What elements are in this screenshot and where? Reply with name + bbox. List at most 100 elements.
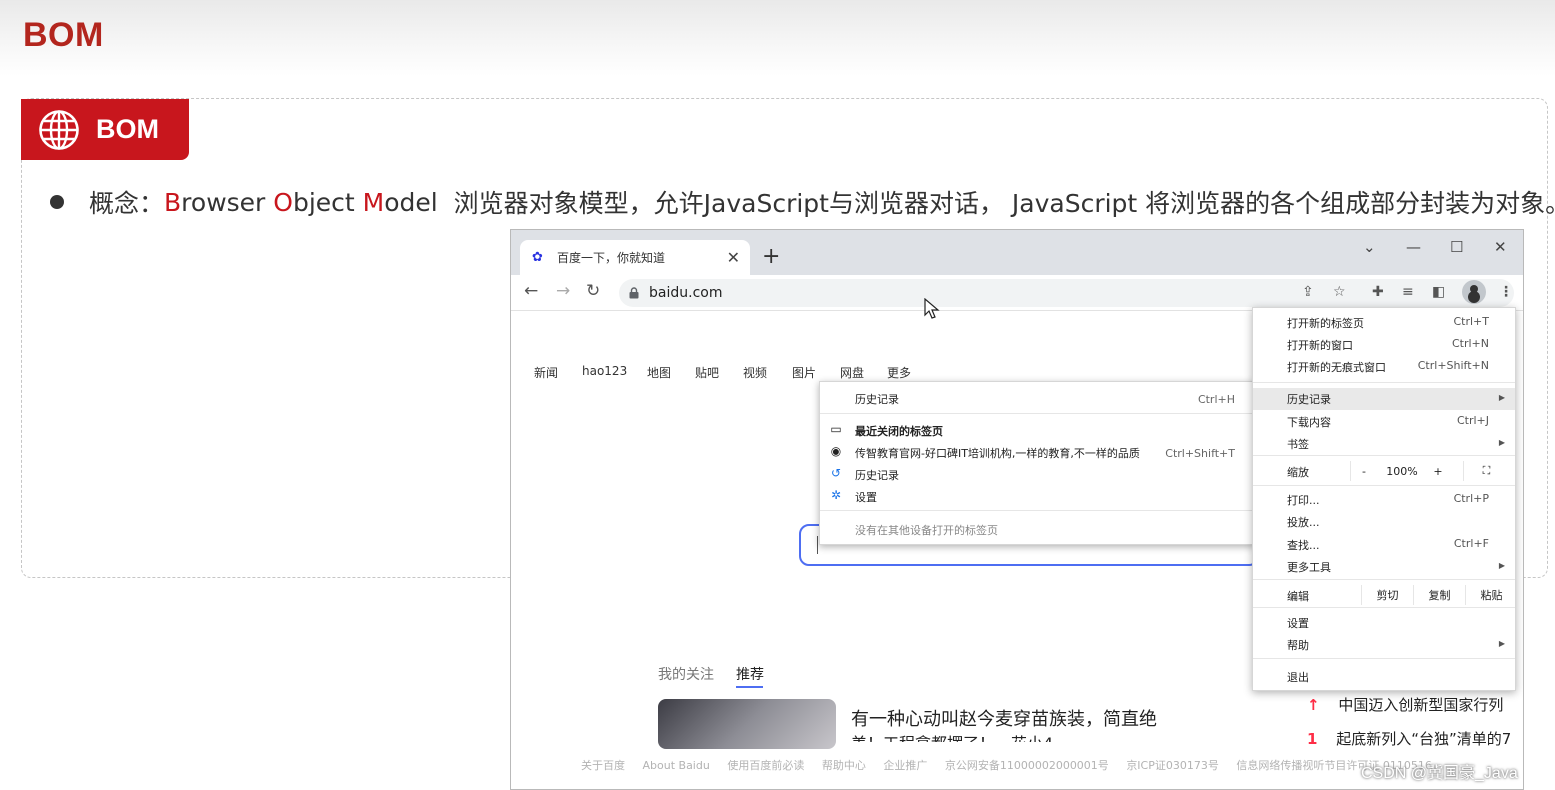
baidu-nav-tieba[interactable]: 贴吧 [695, 364, 719, 381]
footer-link[interactable]: 企业推广 [883, 759, 927, 772]
maximize-icon[interactable]: ☐ [1450, 238, 1463, 256]
forward-icon[interactable]: → [556, 281, 570, 301]
menu-history[interactable]: 历史记录 [1287, 391, 1331, 407]
menu-cast[interactable]: 投放... [1287, 514, 1320, 530]
menu-new-tab-shortcut: Ctrl+T [1453, 315, 1489, 328]
menu-exit[interactable]: 退出 [1287, 669, 1309, 685]
menu-help[interactable]: 帮助 [1287, 637, 1309, 653]
zoom-minus-label: - [1362, 464, 1366, 478]
footer-link[interactable]: 京ICP证030173号 [1126, 759, 1219, 772]
zoom-level: 100% [1377, 461, 1427, 481]
minimize-icon[interactable]: — [1406, 238, 1421, 256]
baidu-nav-pan[interactable]: 网盘 [840, 364, 864, 381]
window-close-icon[interactable]: ✕ [1494, 238, 1507, 256]
footer-link[interactable]: About Baidu [643, 759, 710, 772]
recent-tab-label: 传智教育官网-好口碑IT培训机构,一样的教育,不一样的品质 [855, 447, 1140, 460]
footer-link[interactable]: 关于百度 [581, 759, 625, 772]
share-icon[interactable]: ⇪ [1302, 284, 1314, 300]
footer-link[interactable]: 使用百度前必读 [727, 759, 804, 772]
baidu-paw-icon: ✿ [532, 249, 543, 265]
hot-rank: ↑ [1307, 696, 1320, 714]
browser-tab[interactable]: ✿ 百度一下，你就知道 ✕ [520, 240, 750, 275]
side-panel-icon[interactable]: ◧ [1432, 284, 1445, 300]
menu-cut-button[interactable]: 剪切 [1361, 585, 1413, 605]
menu-divider [1253, 607, 1515, 608]
menu-more-tools[interactable]: 更多工具 [1287, 559, 1331, 575]
submenu-arrow-icon: ▶ [1498, 393, 1505, 402]
menu-zoom-label: 缩放 [1287, 466, 1309, 479]
feed-tab-recommended[interactable]: 推荐 [736, 664, 764, 684]
menu-divider [1253, 579, 1515, 580]
baidu-nav-video[interactable]: 视频 [743, 364, 767, 381]
settings-item[interactable]: 设置 [855, 489, 877, 505]
menu-find[interactable]: 查找... [1287, 537, 1320, 553]
menu-print-shortcut: Ctrl+P [1453, 492, 1489, 505]
menu-new-window[interactable]: 打开新的窗口 [1287, 337, 1353, 353]
media-icon[interactable]: ≡ [1402, 284, 1414, 300]
menu-divider [1253, 485, 1515, 486]
baidu-nav-hao123[interactable]: hao123 [582, 364, 627, 378]
url-text: baidu.com [649, 285, 723, 301]
menu-paste-button[interactable]: 粘贴 [1465, 585, 1517, 605]
concept-m-letter: M [362, 187, 385, 217]
menu-settings[interactable]: 设置 [1287, 615, 1309, 631]
baidu-nav-images[interactable]: 图片 [792, 364, 816, 381]
zoom-plus-label: + [1433, 464, 1443, 478]
submenu-arrow-icon: ▶ [1498, 561, 1505, 570]
tab-title: 百度一下，你就知道 [557, 251, 666, 265]
browser-toolbar: ← → ↻ baidu.com ⇪ ☆ ✚ ≡ ◧ ⋮ [511, 275, 1523, 311]
history-icon: ↺ [830, 466, 842, 480]
history-header-label: 历史记录 [855, 393, 899, 406]
extensions-icon[interactable]: ✚ [1372, 284, 1384, 300]
menu-incognito[interactable]: 打开新的无痕式窗口 [1287, 359, 1386, 375]
baidu-nav-more[interactable]: 更多 [887, 364, 911, 381]
reload-icon[interactable]: ↻ [586, 281, 600, 301]
feed-tab-following[interactable]: 我的关注 [658, 664, 714, 684]
history-menu-header[interactable]: 历史记录 Ctrl+H [855, 391, 1255, 407]
profile-avatar-icon[interactable] [1462, 280, 1486, 304]
recently-closed-title: 最近关闭的标签页 [855, 423, 943, 439]
menu-downloads[interactable]: 下载内容 [1287, 414, 1331, 430]
tab-close-icon[interactable]: ✕ [727, 248, 740, 267]
new-tab-button[interactable]: + [762, 244, 780, 269]
menu-find-shortcut: Ctrl+F [1453, 537, 1489, 550]
menu-new-window-shortcut: Ctrl+N [1451, 337, 1489, 350]
concept-o-letter: O [273, 187, 293, 217]
menu-print[interactable]: 打印... [1287, 492, 1320, 508]
menu-downloads-shortcut: Ctrl+J [1456, 414, 1489, 427]
browser-screenshot: ✿ 百度一下，你就知道 ✕ + ⌄ — ☐ ✕ ← → ↻ baidu.com … [510, 229, 1524, 790]
baidu-nav-news[interactable]: 新闻 [534, 364, 558, 381]
menu-new-tab[interactable]: 打开新的标签页 [1287, 315, 1364, 331]
menu-divider [1253, 658, 1515, 659]
tab-search-icon[interactable]: ⌄ [1363, 238, 1376, 256]
recent-tab-item[interactable]: 传智教育官网-好口碑IT培训机构,一样的教育,不一样的品质 Ctrl+Shift… [855, 445, 1255, 461]
concept-b-letter: B [164, 187, 182, 217]
slide-header: BOM [0, 0, 1555, 76]
settings-icon: ✲ [830, 488, 842, 502]
history-submenu: 历史记录 Ctrl+H ▭ 最近关闭的标签页 ◉ 传智教育官网-好口碑IT培训机… [819, 381, 1255, 545]
tab-window-icon: ▭ [830, 422, 842, 436]
fullscreen-icon[interactable]: ⛶ [1463, 461, 1509, 481]
back-icon[interactable]: ← [524, 281, 538, 301]
no-other-devices-note: 没有在其他设备打开的标签页 [855, 522, 998, 538]
footer-link[interactable]: 帮助中心 [822, 759, 866, 772]
hot-list-item[interactable]: 1 起底新列入“台独”清单的7 [1307, 728, 1511, 749]
chrome-menu-icon[interactable]: ⋮ [1499, 284, 1513, 300]
menu-copy-button[interactable]: 复制 [1413, 585, 1465, 605]
footer-link[interactable]: 京公网安备11000002000001号 [945, 759, 1109, 772]
baidu-nav-map[interactable]: 地图 [647, 364, 671, 381]
menu-divider [1253, 455, 1515, 456]
paste-label: 粘贴 [1480, 589, 1503, 602]
zoom-in-button[interactable]: + [1427, 461, 1449, 481]
copy-label: 复制 [1428, 589, 1451, 602]
zoom-value: 100% [1386, 464, 1418, 478]
news-thumbnail[interactable] [658, 699, 836, 749]
bookmark-star-icon[interactable]: ☆ [1333, 284, 1346, 300]
history-item[interactable]: 历史记录 [855, 467, 899, 483]
hot-list-item[interactable]: ↑ 中国迈入创新型国家行列 [1307, 694, 1503, 715]
zoom-out-button[interactable]: - [1350, 461, 1377, 481]
menu-bookmarks[interactable]: 书签 [1287, 436, 1309, 452]
news-title-line2: 美！工程拿都摆了！一花小4 [851, 730, 1053, 742]
news-title[interactable]: 有一种心动叫赵今麦穿苗族装，简直绝 [851, 705, 1157, 731]
no-other-devices-label: 没有在其他设备打开的标签页 [855, 524, 998, 537]
